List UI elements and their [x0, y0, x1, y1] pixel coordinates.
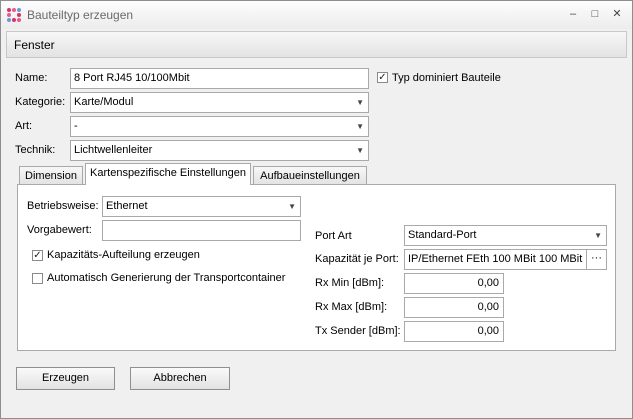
kapazitaet-port-field[interactable]: IP/Ethernet FEth 100 MBit 100 MBit ··· — [404, 249, 607, 270]
minimize-icon[interactable]: – — [563, 6, 583, 22]
vorgabewert-label: Vorgabewert: — [27, 224, 92, 236]
close-icon[interactable]: ✕ — [607, 6, 627, 22]
port-art-value: Standard-Port — [408, 229, 477, 241]
kapazitaet-port-value: IP/Ethernet FEth 100 MBit 100 MBit — [408, 253, 583, 265]
kategorie-label: Kategorie: — [15, 96, 66, 108]
tx-sender-input[interactable]: 0,00 — [404, 321, 504, 342]
ellipsis-button[interactable]: ··· — [586, 250, 606, 269]
window-title: Bauteiltyp erzeugen — [27, 8, 134, 22]
kapazitaet-aufteilung-label: Kapazitäts-Aufteilung erzeugen — [47, 249, 200, 261]
vorgabewert-input[interactable] — [102, 220, 301, 241]
name-input[interactable]: 8 Port RJ45 10/100Mbit — [70, 68, 369, 89]
chevron-down-icon: ▼ — [356, 122, 364, 131]
menu-item-fenster[interactable]: Fenster — [14, 38, 55, 52]
tab-aufbaueinstellungen[interactable]: Aufbaueinstellungen — [253, 166, 367, 185]
chevron-down-icon: ▼ — [288, 202, 296, 211]
betriebsweise-value: Ethernet — [106, 200, 148, 212]
art-label: Art: — [15, 120, 33, 132]
typ-dominiert-checkbox[interactable]: ✓ — [377, 72, 388, 83]
art-select[interactable]: - ▼ — [70, 116, 369, 137]
typ-dominiert-label: Typ dominiert Bauteile — [392, 72, 501, 84]
auto-transport-checkbox[interactable] — [32, 273, 43, 284]
chevron-down-icon: ▼ — [356, 146, 364, 155]
chevron-down-icon: ▼ — [356, 98, 364, 107]
maximize-icon[interactable]: □ — [585, 6, 605, 22]
dialog-window: Bauteiltyp erzeugen – □ ✕ Fenster Name: … — [0, 0, 633, 419]
technik-label: Technik: — [15, 144, 56, 156]
chevron-down-icon: ▼ — [594, 231, 602, 240]
port-art-select[interactable]: Standard-Port ▼ — [404, 225, 607, 246]
abbrechen-button[interactable]: Abbrechen — [130, 367, 230, 390]
app-icon — [7, 8, 21, 22]
kapazitaet-port-label: Kapazität je Port: — [315, 253, 399, 265]
erzeugen-button[interactable]: Erzeugen — [16, 367, 115, 390]
rx-min-label: Rx Min [dBm]: — [315, 277, 385, 289]
technik-value: Lichtwellenleiter — [74, 144, 153, 156]
technik-select[interactable]: Lichtwellenleiter ▼ — [70, 140, 369, 161]
kapazitaet-aufteilung-checkbox[interactable]: ✓ — [32, 250, 43, 261]
rx-max-label: Rx Max [dBm]: — [315, 301, 388, 313]
betriebsweise-select[interactable]: Ethernet ▼ — [102, 196, 301, 217]
name-label: Name: — [15, 72, 48, 84]
tx-sender-label: Tx Sender [dBm]: — [315, 325, 401, 337]
tab-kartenspezifische-einstellungen[interactable]: Kartenspezifische Einstellungen — [85, 163, 251, 185]
menu-bar: Fenster — [6, 31, 627, 58]
kategorie-value: Karte/Modul — [74, 96, 134, 108]
art-value: - — [74, 120, 78, 132]
kategorie-select[interactable]: Karte/Modul ▼ — [70, 92, 369, 113]
title-bar[interactable]: Bauteiltyp erzeugen – □ ✕ — [1, 1, 632, 29]
auto-transport-label: Automatisch Generierung der Transportcon… — [47, 272, 286, 284]
betriebsweise-label: Betriebsweise: — [27, 200, 99, 212]
port-art-label: Port Art — [315, 230, 352, 242]
rx-min-input[interactable]: 0,00 — [404, 273, 504, 294]
rx-max-input[interactable]: 0,00 — [404, 297, 504, 318]
tab-dimension[interactable]: Dimension — [19, 166, 83, 185]
